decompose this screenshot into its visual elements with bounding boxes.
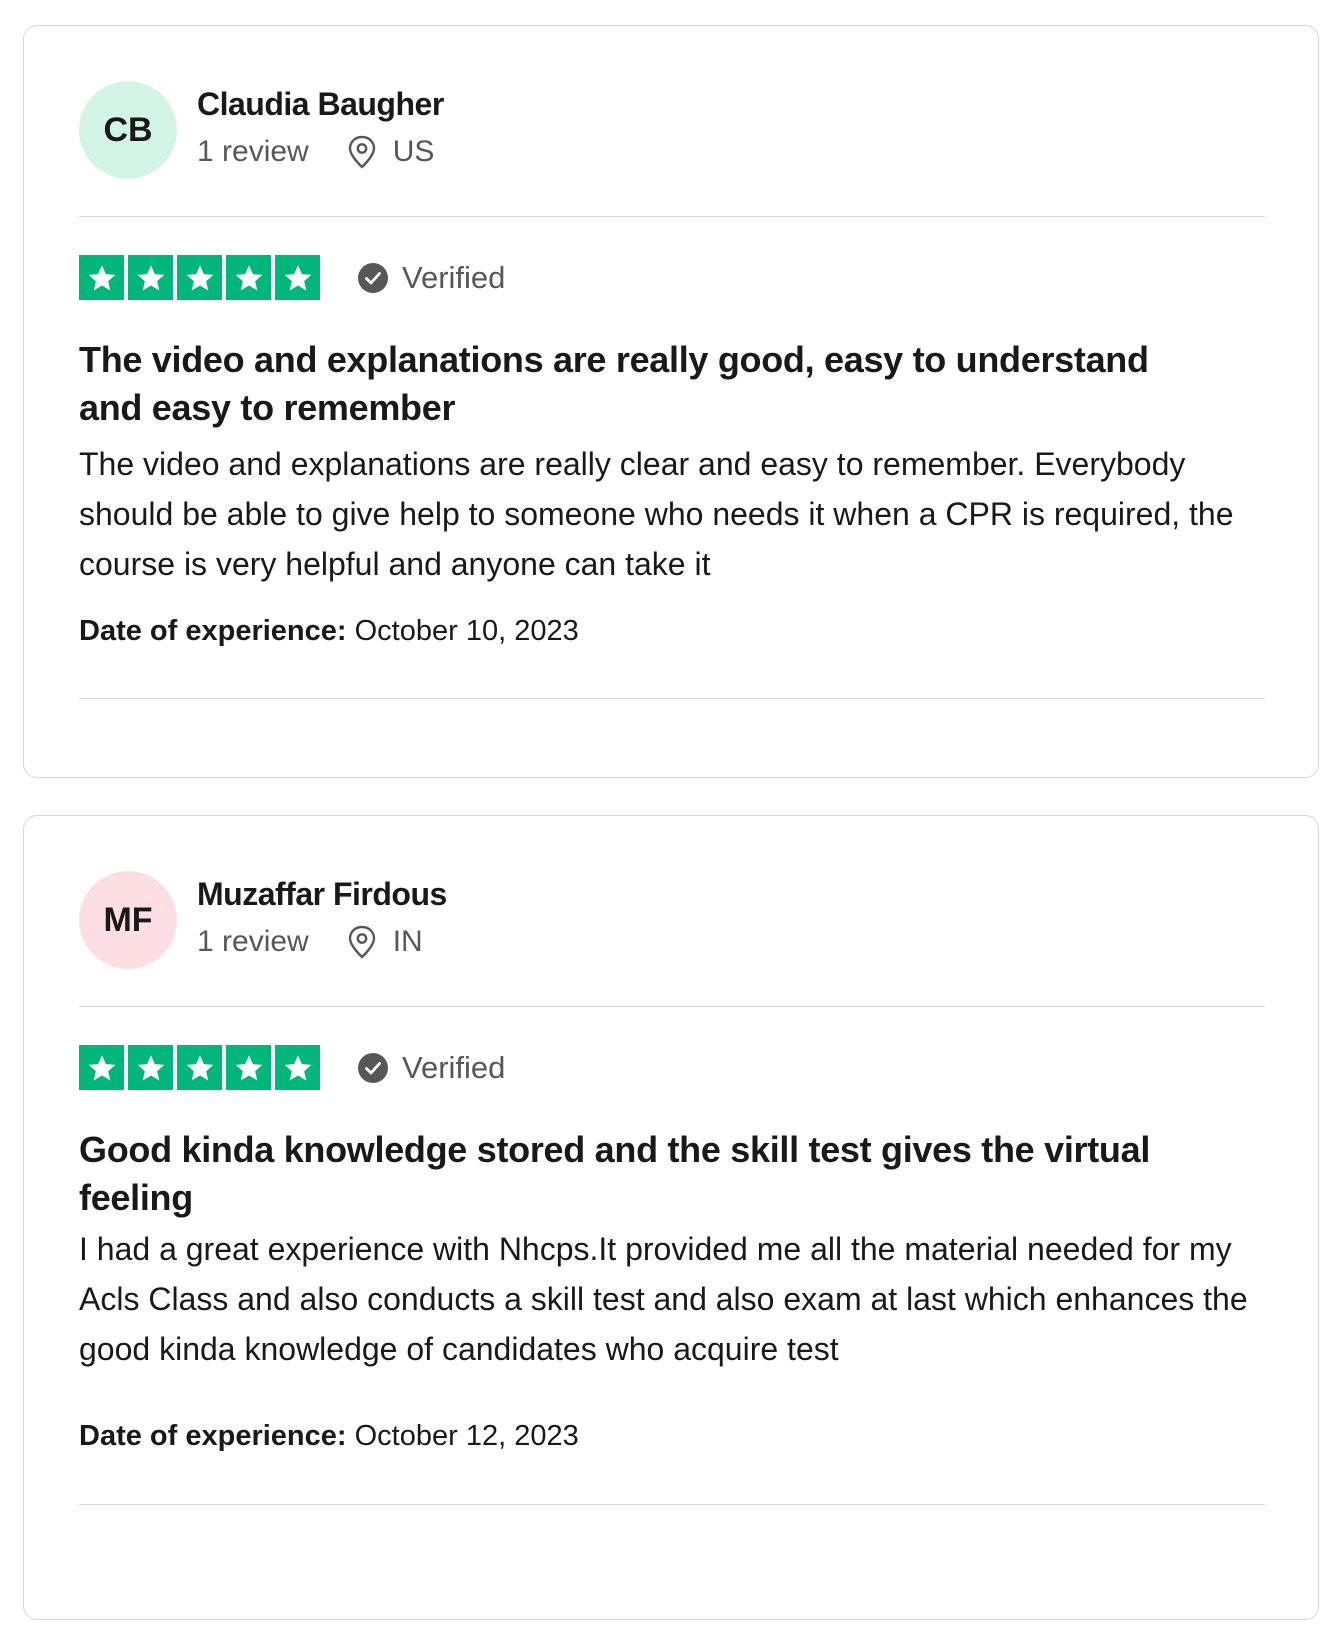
date-value: October 10, 2023 [354, 615, 579, 647]
rating-row: Verified [79, 1045, 505, 1090]
star-icon [275, 255, 320, 300]
verified-check-icon [358, 1052, 388, 1083]
verified-badge[interactable]: Verified [358, 1050, 505, 1086]
star-icon [226, 1045, 271, 1090]
star-icon [79, 255, 124, 300]
date-label: Date of experience: [79, 1420, 347, 1452]
verified-badge[interactable]: Verified [358, 260, 505, 296]
avatar[interactable]: MF [79, 871, 177, 969]
star-icon [79, 1045, 124, 1090]
consumer-name[interactable]: Claudia Baugher [197, 84, 444, 124]
consumer-info[interactable]: MF Muzaffar Firdous 1 review IN [79, 871, 447, 969]
divider [79, 216, 1265, 217]
review-count: 1 review [197, 925, 309, 958]
star-icon [177, 255, 222, 300]
avatar[interactable]: CB [79, 81, 177, 179]
verified-label: Verified [402, 1049, 506, 1085]
date-value: October 12, 2023 [354, 1420, 579, 1452]
star-icon [128, 255, 173, 300]
consumer-name[interactable]: Muzaffar Firdous [197, 874, 447, 914]
divider [79, 698, 1265, 699]
date-label: Date of experience: [79, 615, 347, 647]
date-of-experience: Date of experience: October 12, 2023 [79, 1418, 579, 1454]
divider [79, 1504, 1265, 1505]
review-count: 1 review [197, 135, 309, 168]
star-icon [275, 1045, 320, 1090]
star-rating [79, 255, 320, 300]
consumer-location: US [392, 135, 435, 168]
review-card: CB Claudia Baugher 1 review US Verified … [23, 25, 1319, 778]
star-icon [177, 1045, 222, 1090]
verified-check-icon [358, 262, 388, 293]
review-title[interactable]: Good kinda knowledge stored and the skil… [79, 1126, 1219, 1222]
verified-label: Verified [402, 259, 506, 295]
location-pin-icon [347, 925, 377, 959]
reviews-page: CB Claudia Baugher 1 review US Verified … [0, 0, 1340, 1636]
consumer-info[interactable]: CB Claudia Baugher 1 review US [79, 81, 444, 179]
star-icon [226, 255, 271, 300]
star-icon [128, 1045, 173, 1090]
review-card: MF Muzaffar Firdous 1 review IN Verified… [23, 815, 1319, 1620]
date-of-experience: Date of experience: October 10, 2023 [79, 613, 579, 649]
review-body: The video and explanations are really cl… [79, 446, 1234, 582]
review-body: I had a great experience with Nhcps.It p… [79, 1231, 1248, 1367]
rating-row: Verified [79, 255, 505, 300]
location-pin-icon [347, 135, 377, 169]
star-rating [79, 1045, 320, 1090]
review-title[interactable]: The video and explanations are really go… [79, 336, 1219, 432]
consumer-location: IN [392, 925, 423, 958]
divider [79, 1006, 1265, 1007]
